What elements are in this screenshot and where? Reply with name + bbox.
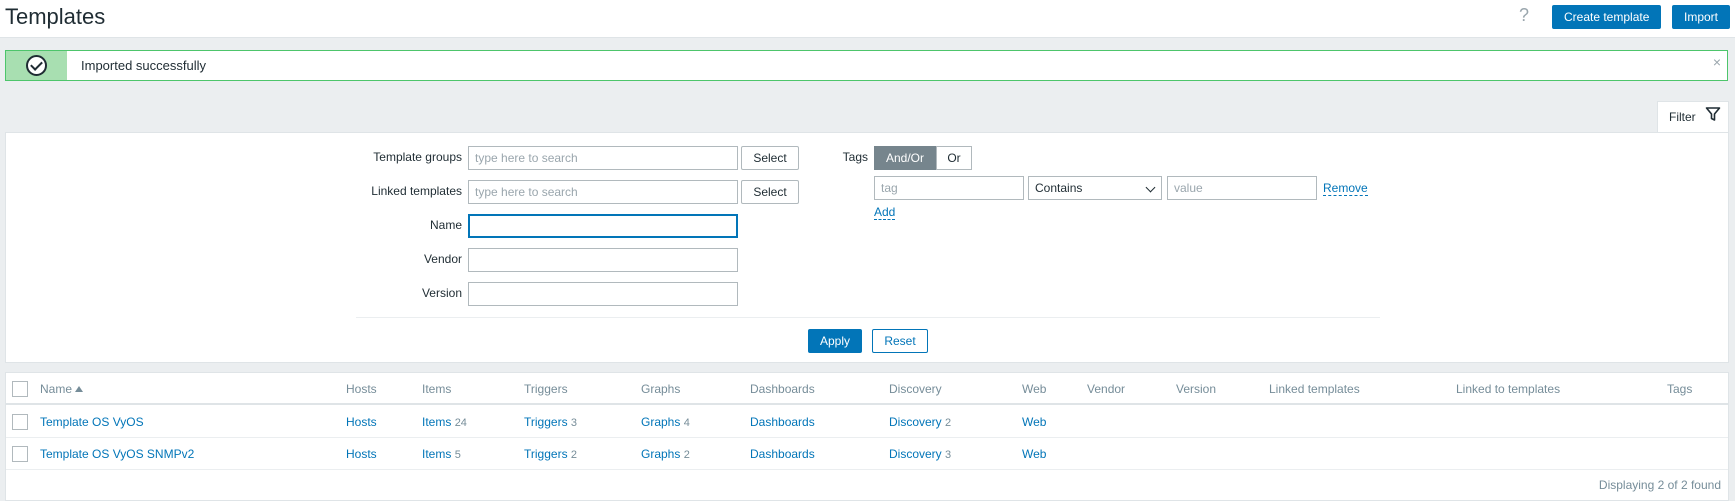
graphs-link[interactable]: Graphs [641, 415, 680, 429]
dashboards-link[interactable]: Dashboards [750, 447, 815, 461]
vendor-input[interactable] [468, 248, 738, 272]
tags-label: Tags [842, 150, 868, 164]
template-groups-label: Template groups [373, 150, 462, 164]
tags-or-toggle[interactable]: Or [936, 146, 972, 170]
version-label: Version [421, 286, 462, 300]
column-web-header: Web [1022, 382, 1047, 396]
discovery-count: 2 [945, 417, 952, 429]
message-icon-box [6, 51, 67, 80]
filter-panel: Template groups Select Linked templates … [5, 132, 1729, 363]
discovery-count: 3 [945, 449, 952, 461]
check-circle-icon [26, 55, 47, 76]
remove-tag-link[interactable]: Remove [1323, 181, 1368, 196]
filter-divider [356, 317, 1380, 318]
triggers-link[interactable]: Triggers [524, 415, 568, 429]
row-checkbox[interactable] [12, 414, 28, 430]
import-button[interactable]: Import [1672, 5, 1731, 29]
tag-input[interactable] [874, 176, 1024, 200]
tag-operator-value: Contains [1035, 181, 1083, 195]
column-name-header[interactable]: Name [40, 382, 84, 396]
create-template-button[interactable]: Create template [1552, 5, 1662, 29]
triggers-count: 2 [570, 449, 578, 461]
tag-value-input[interactable] [1167, 176, 1317, 200]
add-tag-link[interactable]: Add [874, 205, 896, 220]
graphs-count: 2 [683, 449, 690, 461]
dashboards-link[interactable]: Dashboards [750, 415, 815, 429]
table-row: Template OS VyOS SNMPv2 Hosts Items 5 Tr… [6, 438, 1728, 470]
column-linked-to-templates-header: Linked to templates [1456, 382, 1561, 396]
tag-operator-select[interactable]: Contains [1028, 176, 1162, 200]
chevron-down-icon [1145, 182, 1156, 193]
template-name-link[interactable]: Template OS VyOS SNMPv2 [40, 447, 194, 461]
items-link[interactable]: Items [422, 415, 451, 429]
column-vendor-header: Vendor [1087, 382, 1126, 396]
triggers-count: 3 [570, 417, 578, 429]
close-icon[interactable]: × [1713, 54, 1721, 70]
column-triggers-header: Triggers [524, 382, 568, 396]
items-count: 24 [454, 417, 467, 429]
triggers-link[interactable]: Triggers [524, 447, 568, 461]
apply-button[interactable]: Apply [808, 329, 862, 353]
sort-asc-icon [75, 386, 84, 392]
column-hosts-header: Hosts [346, 382, 377, 396]
name-label: Name [429, 218, 462, 232]
column-version-header: Version [1176, 382, 1217, 396]
linked-templates-label: Linked templates [371, 184, 462, 198]
column-discovery-header: Discovery [889, 382, 942, 396]
funnel-icon [1705, 107, 1721, 121]
hosts-link[interactable]: Hosts [346, 415, 377, 429]
table-row: Template OS VyOS Hosts Items 24 Triggers… [6, 406, 1728, 438]
vendor-label: Vendor [423, 252, 462, 266]
filter-tab[interactable]: Filter [1657, 101, 1729, 133]
template-groups-input[interactable] [468, 146, 738, 170]
column-items-header: Items [422, 382, 452, 396]
graphs-link[interactable]: Graphs [641, 447, 680, 461]
column-tags-header: Tags [1667, 382, 1693, 396]
select-all-checkbox[interactable] [12, 381, 28, 397]
reset-button[interactable]: Reset [872, 329, 928, 353]
help-icon[interactable]: ? [1519, 5, 1529, 26]
page-title: Templates [5, 4, 106, 29]
column-linked-templates-header: Linked templates [1269, 382, 1360, 396]
linked-templates-input[interactable] [468, 180, 738, 204]
row-checkbox[interactable] [12, 446, 28, 462]
graphs-count: 4 [683, 417, 690, 429]
table-header-row: Name Hosts Items Triggers Graphs Dashboa… [6, 373, 1728, 405]
name-input[interactable] [468, 214, 738, 238]
discovery-link[interactable]: Discovery [889, 415, 942, 429]
version-input[interactable] [468, 282, 738, 306]
message-text: Imported successfully [81, 58, 206, 73]
table-footer-count: Displaying 2 of 2 found [1598, 478, 1721, 492]
web-link[interactable]: Web [1022, 415, 1046, 429]
items-link[interactable]: Items [422, 447, 451, 461]
linked-templates-select-button[interactable]: Select [741, 180, 799, 204]
filter-tab-label: Filter [1669, 110, 1696, 124]
items-count: 5 [454, 449, 461, 461]
web-link[interactable]: Web [1022, 447, 1046, 461]
template-name-link[interactable]: Template OS VyOS [40, 415, 144, 429]
success-message: Imported successfully × [5, 50, 1728, 81]
column-graphs-header: Graphs [641, 382, 681, 396]
page-header: Templates ? Create template Import [0, 0, 1735, 38]
templates-table: Name Hosts Items Triggers Graphs Dashboa… [5, 372, 1729, 501]
column-dashboards-header: Dashboards [750, 382, 815, 396]
hosts-link[interactable]: Hosts [346, 447, 377, 461]
discovery-link[interactable]: Discovery [889, 447, 942, 461]
tags-andor-toggle[interactable]: And/Or [874, 146, 936, 170]
